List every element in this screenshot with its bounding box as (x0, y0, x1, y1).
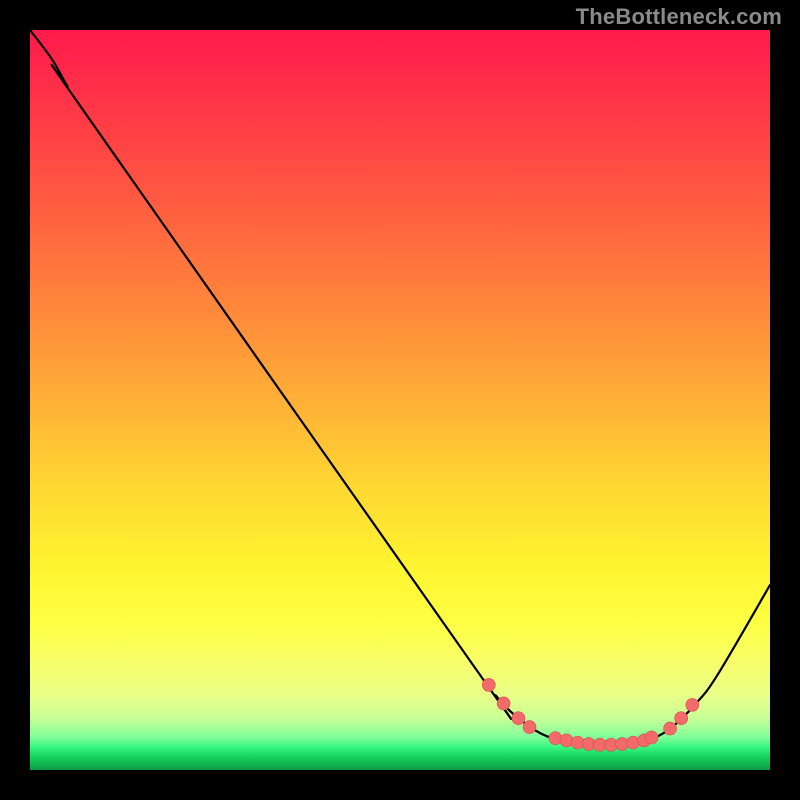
curve-marker (560, 734, 573, 747)
curve-svg (30, 30, 770, 770)
curve-marker (523, 721, 536, 734)
curve-marker (675, 712, 688, 725)
curve-marker (497, 697, 510, 710)
attribution-label: TheBottleneck.com (576, 4, 782, 30)
curve-marker (482, 678, 495, 691)
curve-marker (645, 731, 658, 744)
curve-marker (512, 712, 525, 725)
chart-container: TheBottleneck.com (0, 0, 800, 800)
curve-marker (549, 732, 562, 745)
plot-area (30, 30, 770, 770)
curve-marker (686, 698, 699, 711)
curve-markers-group (482, 678, 699, 751)
bottleneck-curve (30, 30, 770, 745)
curve-marker (627, 736, 640, 749)
curve-marker (664, 722, 677, 735)
